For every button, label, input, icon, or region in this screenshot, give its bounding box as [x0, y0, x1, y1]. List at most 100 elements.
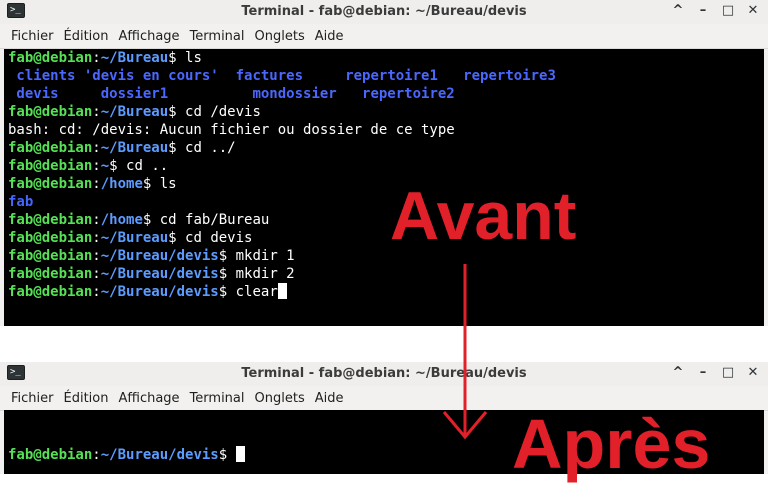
terminal-line: bash: cd: /devis: Aucun fichier ou dossi…: [8, 121, 764, 139]
prompt-colon: :: [92, 50, 101, 66]
prompt-user-host: fab@debian: [8, 176, 93, 192]
prompt-colon: :: [92, 176, 101, 192]
prompt-path: ~/Bureau/devis: [100, 266, 219, 282]
terminal-line: fab@debian:~/Bureau/devis$ clear: [8, 283, 764, 301]
prompt-path: ~/Bureau: [100, 50, 169, 66]
prompt-command: $ cd ../: [168, 140, 236, 156]
prompt-command: $ cd fab/Bureau: [142, 212, 270, 228]
chevron-up-icon[interactable]: ^: [671, 365, 685, 381]
prompt-user-host: fab@debian: [8, 50, 93, 66]
prompt-user-host: fab@debian: [8, 140, 93, 156]
window-title: Terminal - fab@debian: ~/Bureau/devis: [241, 4, 527, 19]
text-cursor: [277, 283, 287, 299]
directory-name: dossier1: [58, 86, 169, 102]
directory-name: repertoire1: [303, 68, 438, 84]
prompt-colon: :: [92, 140, 101, 156]
terminal-line: fab@debian:~/Bureau/devis$ mkdir 2: [8, 265, 764, 283]
window-title: Terminal - fab@debian: ~/Bureau/devis: [241, 366, 527, 381]
prompt-path: /home: [100, 176, 143, 192]
directory-name: repertoire2: [336, 86, 455, 102]
text-cursor: [235, 446, 245, 462]
menu-edition[interactable]: Édition: [61, 29, 116, 44]
directory-name: factures: [218, 68, 304, 84]
terminal-output[interactable]: fab@debian:~/Bureau$ ls clients 'devis e…: [4, 49, 764, 326]
minimize-icon[interactable]: –: [696, 3, 710, 19]
maximize-icon[interactable]: □: [721, 3, 735, 19]
prompt-colon: :: [92, 212, 101, 228]
maximize-icon[interactable]: □: [721, 365, 735, 381]
terminal-line: fab@debian:~/Bureau$ ls: [8, 49, 764, 67]
terminal-line: fab@debian:/home$ ls: [8, 175, 764, 193]
prompt-user-host: fab@debian: [8, 248, 93, 264]
prompt-user-host: fab@debian: [8, 212, 93, 228]
directory-name: fab: [8, 194, 34, 210]
annotation-after: Après: [512, 405, 711, 483]
minimize-icon[interactable]: –: [696, 365, 710, 381]
prompt-command: $ cd devis: [168, 230, 253, 246]
directory-name: devis: [8, 86, 59, 102]
terminal-line: fab@debian:~$ cd ..: [8, 157, 764, 175]
menu-bar: Fichier Édition Affichage Terminal Ongle…: [0, 24, 768, 49]
prompt-command: $ ls: [142, 176, 177, 192]
prompt-path: ~/Bureau: [100, 230, 169, 246]
prompt-command: $ clear: [218, 284, 278, 300]
prompt-colon: :: [92, 158, 101, 174]
prompt-path: ~/Bureau: [100, 140, 169, 156]
prompt-path: /home: [100, 212, 143, 228]
terminal-line: fab@debian:/home$ cd fab/Bureau: [8, 211, 764, 229]
prompt-path: ~/Bureau/devis: [100, 447, 219, 463]
close-icon[interactable]: ✕: [746, 365, 760, 381]
prompt-colon: :: [92, 284, 101, 300]
menu-aide[interactable]: Aide: [312, 391, 351, 406]
menu-aide[interactable]: Aide: [312, 29, 351, 44]
prompt-command: $ mkdir 1: [218, 248, 295, 264]
prompt-user-host: fab@debian: [8, 158, 93, 174]
title-bar[interactable]: >_ Terminal - fab@debian: ~/Bureau/devis…: [0, 362, 768, 386]
menu-affichage[interactable]: Affichage: [115, 29, 186, 44]
menu-onglets[interactable]: Onglets: [252, 391, 312, 406]
prompt-user-host: fab@debian: [8, 230, 93, 246]
terminal-line: fab@debian:~/Bureau$ cd devis: [8, 229, 764, 247]
terminal-line: fab: [8, 193, 764, 211]
terminal-line: fab@debian:~/Bureau$ cd ../: [8, 139, 764, 157]
prompt-command: $ cd ..: [109, 158, 169, 174]
prompt-user-host: fab@debian: [8, 104, 93, 120]
prompt-user-host: fab@debian: [8, 266, 93, 282]
close-icon[interactable]: ✕: [746, 3, 760, 19]
directory-name: mondossier: [168, 86, 337, 102]
terminal-line: fab@debian:~/Bureau/devis$ mkdir 1: [8, 247, 764, 265]
annotation-before: Avant: [390, 178, 577, 254]
menu-terminal[interactable]: Terminal: [187, 391, 252, 406]
prompt-path: ~/Bureau: [100, 104, 169, 120]
menu-onglets[interactable]: Onglets: [252, 29, 312, 44]
prompt-command: $ ls: [168, 50, 202, 66]
prompt-command: $: [218, 447, 236, 463]
prompt-path: ~/Bureau/devis: [100, 284, 219, 300]
prompt-colon: :: [92, 447, 101, 463]
prompt-path: ~/Bureau/devis: [100, 248, 219, 264]
prompt-path: ~: [100, 158, 110, 174]
prompt-user-host: fab@debian: [8, 447, 93, 463]
directory-name: repertoire3: [437, 68, 556, 84]
menu-fichier[interactable]: Fichier: [8, 29, 61, 44]
ls-output-row: clients 'devis en cours' factures repert…: [8, 67, 764, 85]
prompt-command: $ mkdir 2: [218, 266, 295, 282]
menu-terminal[interactable]: Terminal: [187, 29, 252, 44]
prompt-user-host: fab@debian: [8, 284, 93, 300]
directory-name: 'devis en cours': [75, 68, 219, 84]
prompt-command: $ cd /devis: [168, 104, 261, 120]
prompt-colon: :: [92, 230, 101, 246]
down-arrow-icon: [442, 264, 488, 440]
menu-fichier[interactable]: Fichier: [8, 391, 61, 406]
title-bar[interactable]: >_ Terminal - fab@debian: ~/Bureau/devis…: [0, 0, 768, 24]
ls-output-row: devis dossier1 mondossier repertoire2: [8, 85, 764, 103]
prompt-colon: :: [92, 104, 101, 120]
prompt-colon: :: [92, 248, 101, 264]
directory-name: clients: [8, 68, 76, 84]
terminal-window-before: >_ Terminal - fab@debian: ~/Bureau/devis…: [0, 0, 768, 326]
chevron-up-icon[interactable]: ^: [671, 3, 685, 19]
terminal-line: fab@debian:~/Bureau$ cd /devis: [8, 103, 764, 121]
menu-edition[interactable]: Édition: [61, 391, 116, 406]
menu-affichage[interactable]: Affichage: [115, 391, 186, 406]
prompt-colon: :: [92, 266, 101, 282]
